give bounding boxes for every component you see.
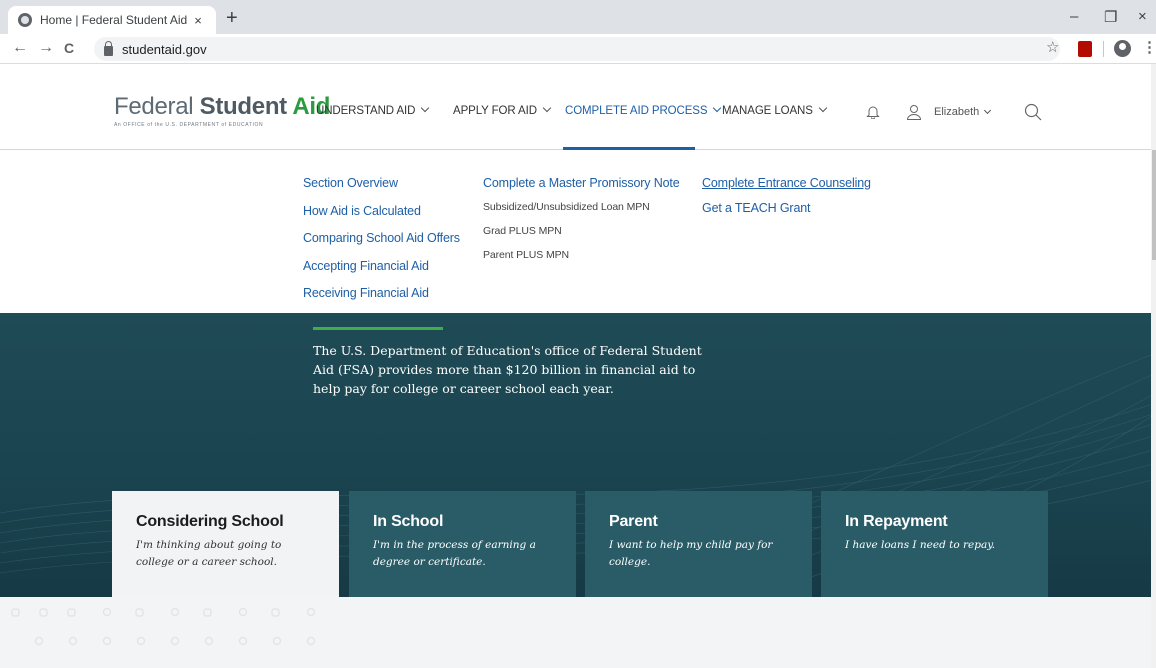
card-description: I'm thinking about going to college or a… — [136, 539, 282, 568]
hero-section: The U.S. Department of Education's offic… — [0, 313, 1156, 597]
card-in-repayment[interactable]: In Repayment I have loans I need to repa… — [821, 491, 1048, 597]
bookmark-star-icon[interactable]: ☆ — [1046, 40, 1059, 56]
browser-toolbar: ← → C studentaid.gov ☆ ⋮ — [0, 34, 1156, 64]
hero-accent-line — [313, 327, 443, 330]
menu-link-grad-plus-mpn[interactable]: Grad PLUS MPN — [483, 225, 680, 249]
decorative-dot-pattern — [11, 607, 316, 646]
content-background — [0, 597, 1156, 668]
globe-icon — [18, 13, 32, 27]
nav-label: MANAGE LOANS — [722, 105, 813, 117]
card-title: In Repayment — [845, 513, 948, 530]
chevron-down-icon — [713, 103, 722, 113]
card-in-school[interactable]: In School I'm in the process of earning … — [349, 491, 576, 597]
browser-tab[interactable]: Home | Federal Student Aid × — [8, 6, 216, 34]
maximize-button[interactable]: ❐ — [1104, 8, 1117, 26]
toolbar-divider — [1103, 41, 1104, 57]
user-name: Elizabeth — [934, 106, 980, 118]
tab-close-button[interactable]: × — [190, 13, 206, 28]
address-bar[interactable]: studentaid.gov — [94, 37, 1060, 61]
card-title: In School — [373, 513, 444, 530]
menu-link-entrance-counseling[interactable]: Complete Entrance Counseling — [702, 176, 871, 201]
forward-button[interactable]: → — [38, 39, 54, 57]
tab-title: Home | Federal Student Aid — [40, 13, 188, 27]
pdf-icon[interactable] — [1078, 41, 1092, 57]
card-description: I want to help my child pay for college. — [609, 539, 773, 568]
nav-manage-loans[interactable]: MANAGE LOANS — [722, 103, 828, 117]
person-icon[interactable] — [906, 104, 922, 120]
close-window-button[interactable]: × — [1138, 8, 1147, 25]
bell-icon[interactable] — [866, 105, 880, 119]
card-title: Parent — [609, 513, 658, 530]
chevron-down-icon — [984, 106, 992, 115]
nav-apply-for-aid[interactable]: APPLY FOR AID — [453, 103, 552, 117]
nav-complete-aid-process[interactable]: COMPLETE AID PROCESS — [565, 103, 722, 117]
menu-link-subsidized-mpn[interactable]: Subsidized/Unsubsidized Loan MPN — [483, 201, 680, 225]
logo-subtitle: An OFFICE of the U.S. DEPARTMENT of EDUC… — [114, 122, 264, 128]
lock-icon — [104, 40, 113, 56]
menu-link-master-promissory-note[interactable]: Complete a Master Promissory Note — [483, 176, 680, 201]
search-icon[interactable] — [1024, 103, 1042, 121]
hero-intro-text: The U.S. Department of Education's offic… — [313, 343, 702, 396]
chevron-down-icon — [818, 103, 828, 113]
profile-icon[interactable] — [1114, 40, 1131, 57]
card-description: I'm in the process of earning a degree o… — [373, 539, 536, 568]
nav-label: COMPLETE AID PROCESS — [565, 105, 708, 117]
nav-label: UNDERSTAND AID — [316, 105, 416, 117]
chevron-down-icon — [421, 103, 430, 113]
complete-aid-process-menu: Section Overview How Aid is Calculated C… — [0, 150, 1156, 313]
card-considering-school[interactable]: Considering School I'm thinking about go… — [112, 491, 339, 597]
menu-link-accepting-financial-aid[interactable]: Accepting Financial Aid — [303, 259, 460, 287]
user-menu[interactable]: Elizabeth — [934, 106, 992, 118]
card-title: Considering School — [136, 513, 284, 530]
menu-link-section-overview[interactable]: Section Overview — [303, 176, 460, 204]
minimize-button[interactable]: – — [1070, 8, 1078, 25]
url-text: studentaid.gov — [122, 41, 207, 57]
card-description: I have loans I need to repay. — [845, 539, 996, 551]
menu-link-how-aid-is-calculated[interactable]: How Aid is Calculated — [303, 204, 460, 232]
logo-text-federal: Federal — [114, 93, 200, 120]
back-button[interactable]: ← — [12, 39, 28, 57]
menu-column-3: Complete Entrance Counseling Get a TEACH… — [702, 176, 871, 215]
card-parent[interactable]: Parent I want to help my child pay for c… — [585, 491, 812, 597]
menu-link-receiving-financial-aid[interactable]: Receiving Financial Aid — [303, 286, 460, 314]
new-tab-button[interactable]: + — [226, 8, 238, 28]
menu-link-teach-grant[interactable]: Get a TEACH Grant — [702, 201, 871, 215]
menu-link-comparing-school-aid-offers[interactable]: Comparing School Aid Offers — [303, 231, 460, 259]
menu-column-2: Complete a Master Promissory Note Subsid… — [483, 176, 680, 273]
browser-tabstrip: Home | Federal Student Aid × + – ❐ × — [0, 0, 1156, 34]
menu-column-1: Section Overview How Aid is Calculated C… — [303, 176, 460, 314]
chevron-down-icon — [542, 103, 552, 113]
nav-understand-aid[interactable]: UNDERSTAND AID — [316, 103, 430, 117]
browser-menu-button[interactable]: ⋮ — [1142, 40, 1156, 56]
menu-link-parent-plus-mpn[interactable]: Parent PLUS MPN — [483, 249, 680, 273]
fsa-logo[interactable]: Federal Student Aid An OFFICE of the U.S… — [114, 93, 330, 128]
site-header: Federal Student Aid An OFFICE of the U.S… — [0, 64, 1156, 150]
logo-text-student: Student — [199, 93, 293, 120]
nav-label: APPLY FOR AID — [453, 105, 537, 117]
scrollbar-thumb[interactable] — [1152, 150, 1156, 260]
reload-button[interactable]: C — [64, 39, 74, 57]
